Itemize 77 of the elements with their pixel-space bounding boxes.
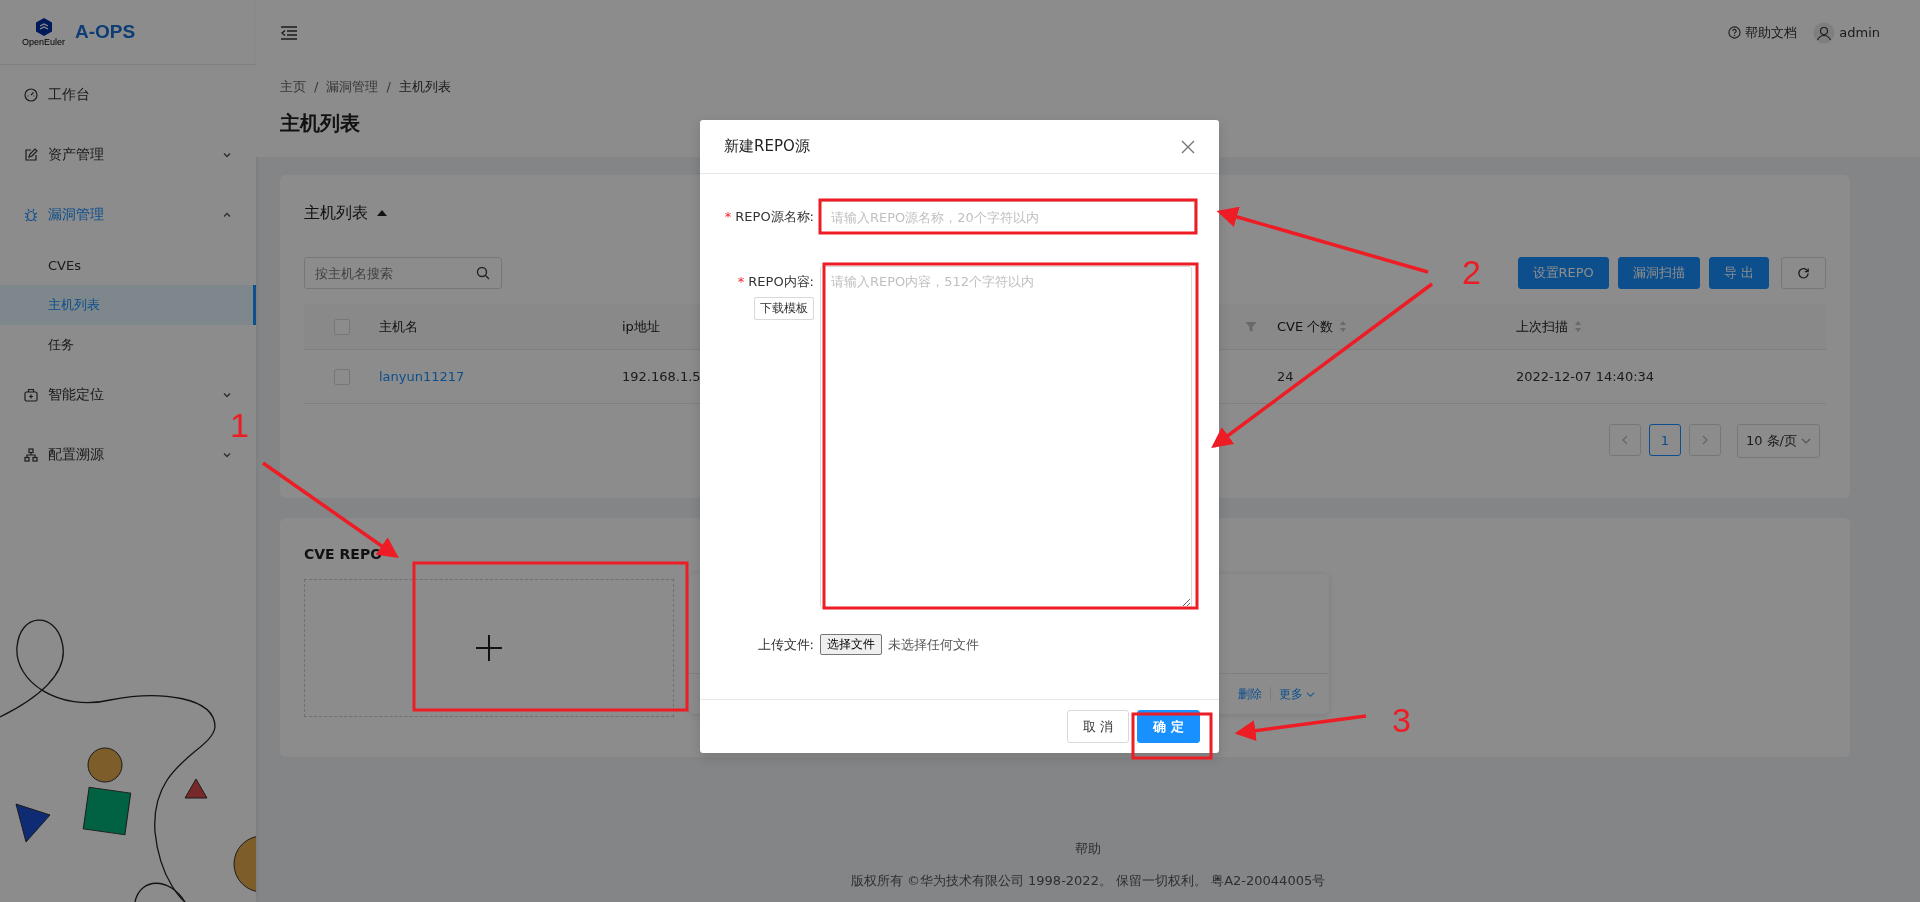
sort-icon[interactable]	[1574, 320, 1582, 333]
filter-icon[interactable]	[1245, 320, 1257, 333]
caret-icon	[222, 150, 232, 160]
field-label: * REPO源名称:	[724, 208, 814, 226]
brand-name: A-OPS	[75, 21, 136, 43]
field-label: 上传文件:	[757, 635, 814, 654]
page-title: 主机列表	[280, 110, 361, 137]
breadcrumb-item[interactable]: 主页	[280, 77, 306, 97]
step-number: 3	[1392, 701, 1411, 739]
repo-action-link[interactable]: 更多	[1279, 685, 1315, 703]
column-header: 主机名	[379, 317, 418, 336]
gauge-icon	[24, 88, 38, 102]
help-docs-link[interactable]: 帮助文档	[1728, 23, 1798, 42]
breadcrumb-item: 主机列表	[398, 78, 451, 96]
toolbar-button[interactable]: 导 出	[1708, 257, 1769, 289]
step-number: 2	[1462, 253, 1481, 291]
field-label: * REPO内容:	[737, 273, 814, 291]
refresh-button[interactable]	[1781, 257, 1826, 289]
dialog-title: 新建REPO源	[724, 137, 810, 156]
column-header: ip地址	[622, 317, 660, 336]
repo-action-link[interactable]: 删除	[1238, 685, 1262, 703]
footer-help-link[interactable]: 帮助	[1075, 840, 1101, 858]
search-icon[interactable]	[476, 266, 490, 280]
sidebar-subitem[interactable]: 任务	[0, 325, 256, 365]
breadcrumb-item[interactable]: 漏洞管理	[326, 77, 379, 97]
caret-icon	[222, 450, 232, 460]
sidebar-item[interactable]: 资产管理	[0, 140, 256, 170]
sitemap-icon	[24, 448, 38, 462]
host-name-link[interactable]: lanyun11217	[379, 369, 465, 384]
edit-icon	[24, 148, 38, 162]
caret-icon	[222, 390, 232, 400]
hexagon-icon	[33, 17, 54, 37]
chevron-down-icon	[1801, 437, 1811, 445]
card-title: 主机列表	[304, 202, 368, 224]
copyright-text: 版权所有 ©华为技术有限公司 1998-2022。 保留一切权利。 粤A2-20044005号	[850, 872, 1326, 890]
previous-page-button[interactable]	[1608, 424, 1641, 456]
column-header: CVE 个数	[1277, 317, 1334, 336]
bug-icon	[24, 208, 38, 222]
page-button[interactable]: 1	[1648, 424, 1681, 456]
choose-file-button[interactable]: 选择文件	[820, 634, 882, 655]
column-header: 上次扫描	[1516, 317, 1568, 336]
table-cell: 24	[1277, 369, 1294, 384]
sidebar-item[interactable]: 工作台	[0, 80, 256, 110]
sort-icon[interactable]	[1339, 320, 1348, 333]
add-repo-card[interactable]	[304, 579, 674, 717]
breadcrumb-separator: /	[314, 78, 319, 96]
refresh-icon	[1797, 266, 1810, 280]
avatar-icon	[1813, 21, 1836, 44]
chevron-right-icon	[1700, 435, 1709, 445]
sidebar-subitem[interactable]: 主机列表	[0, 285, 256, 325]
next-page-button[interactable]	[1688, 424, 1721, 456]
page-size-select[interactable]: 10 条/页	[1736, 424, 1820, 458]
caret-icon	[222, 210, 232, 220]
user-menu[interactable]: admin	[1813, 21, 1880, 44]
question-icon	[1728, 26, 1742, 39]
close-icon[interactable]	[1181, 139, 1195, 154]
download-template-button[interactable]: 下载模板	[754, 297, 814, 320]
confirm-button[interactable]: 确 定	[1137, 710, 1200, 743]
file-status: 未选择任何文件	[888, 635, 979, 654]
chevron-down-icon	[1306, 690, 1315, 698]
caret-icon[interactable]	[376, 208, 388, 218]
cancel-button[interactable]: 取 消	[1067, 710, 1130, 743]
toolbar-button[interactable]: 设置REPO	[1517, 257, 1609, 289]
sidebar-subitem[interactable]: CVEs	[0, 245, 256, 285]
search-field[interactable]: 按主机名搜索	[304, 257, 502, 289]
sidebar-item[interactable]: 漏洞管理	[0, 200, 256, 230]
medkit-icon	[24, 388, 38, 402]
breadcrumb-separator: /	[386, 78, 391, 96]
plus-icon	[476, 635, 502, 661]
toolbar-button[interactable]: 漏洞扫描	[1617, 257, 1700, 289]
chevron-left-icon	[1620, 435, 1629, 445]
table-cell: 192.168.1.5	[622, 369, 701, 384]
table-cell: 2022-12-07 14:40:34	[1516, 369, 1655, 384]
text-area[interactable]: 请输入REPO内容，512个字符以内	[820, 266, 1192, 608]
openeuler-logo: OpenEuler	[22, 17, 66, 47]
menu-fold-icon[interactable]	[280, 24, 298, 41]
input-field[interactable]: 请输入REPO源名称，20个字符以内	[820, 201, 1195, 233]
